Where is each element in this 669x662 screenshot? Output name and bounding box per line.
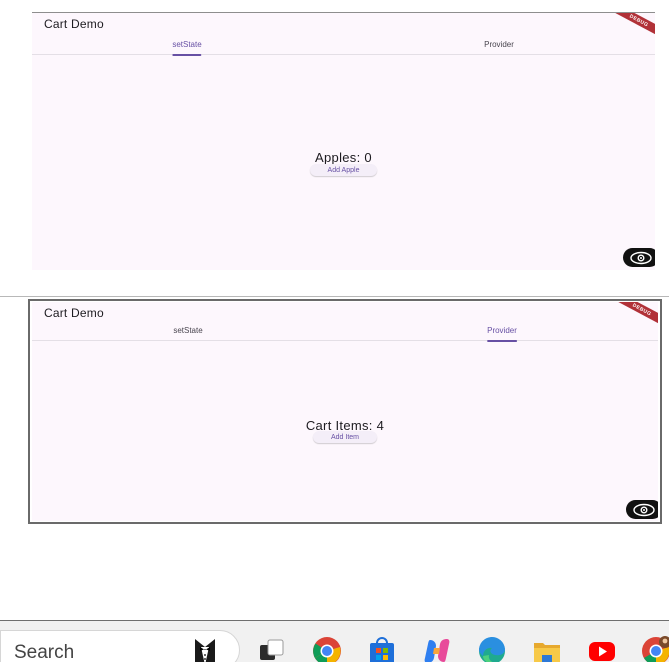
add-apple-button[interactable]: Add Apple xyxy=(309,164,378,176)
youtube-icon[interactable] xyxy=(587,636,617,662)
widget-inspector-button[interactable] xyxy=(626,500,658,519)
taskbar-search-box[interactable]: Search xyxy=(0,630,240,662)
eye-icon xyxy=(633,503,655,516)
chrome-profile-icon[interactable] xyxy=(641,636,669,662)
app-window-setstate: Cart Demo DEBUG setState Provider Apples… xyxy=(32,12,655,270)
taskbar: Search xyxy=(0,620,669,662)
debug-banner-label: DEBUG xyxy=(628,13,650,28)
tab-provider[interactable]: Provider xyxy=(484,40,514,49)
tab-setstate[interactable]: setState xyxy=(173,326,202,335)
debug-banner: DEBUG xyxy=(612,13,655,38)
tab-provider[interactable]: Provider xyxy=(487,326,517,342)
task-view-icon[interactable] xyxy=(257,636,287,662)
app-window-provider: Cart Demo DEBUG setState Provider Cart I… xyxy=(32,302,658,521)
divider xyxy=(0,296,669,297)
edge-icon[interactable] xyxy=(477,636,507,662)
tab-bar: setState Provider xyxy=(32,322,658,342)
chrome-icon[interactable] xyxy=(312,636,342,662)
file-explorer-icon[interactable] xyxy=(532,636,562,662)
debug-banner-label: DEBUG xyxy=(631,302,653,317)
app-frame-provider: Cart Demo DEBUG setState Provider Cart I… xyxy=(28,299,662,524)
app-title: Cart Demo xyxy=(44,17,104,31)
app-title: Cart Demo xyxy=(44,306,104,320)
widget-inspector-button[interactable] xyxy=(623,248,655,267)
microsoft-store-icon[interactable] xyxy=(367,636,397,662)
apples-counter: Apples: 0 xyxy=(315,150,372,165)
tab-bar: setState Provider xyxy=(32,36,655,56)
tuxedo-app-icon[interactable] xyxy=(189,635,221,662)
eye-icon xyxy=(630,251,652,264)
tab-setstate[interactable]: setState xyxy=(172,40,203,56)
copilot-icon[interactable] xyxy=(422,636,452,662)
add-item-button[interactable]: Add Item xyxy=(312,431,378,443)
search-placeholder: Search xyxy=(14,642,75,662)
